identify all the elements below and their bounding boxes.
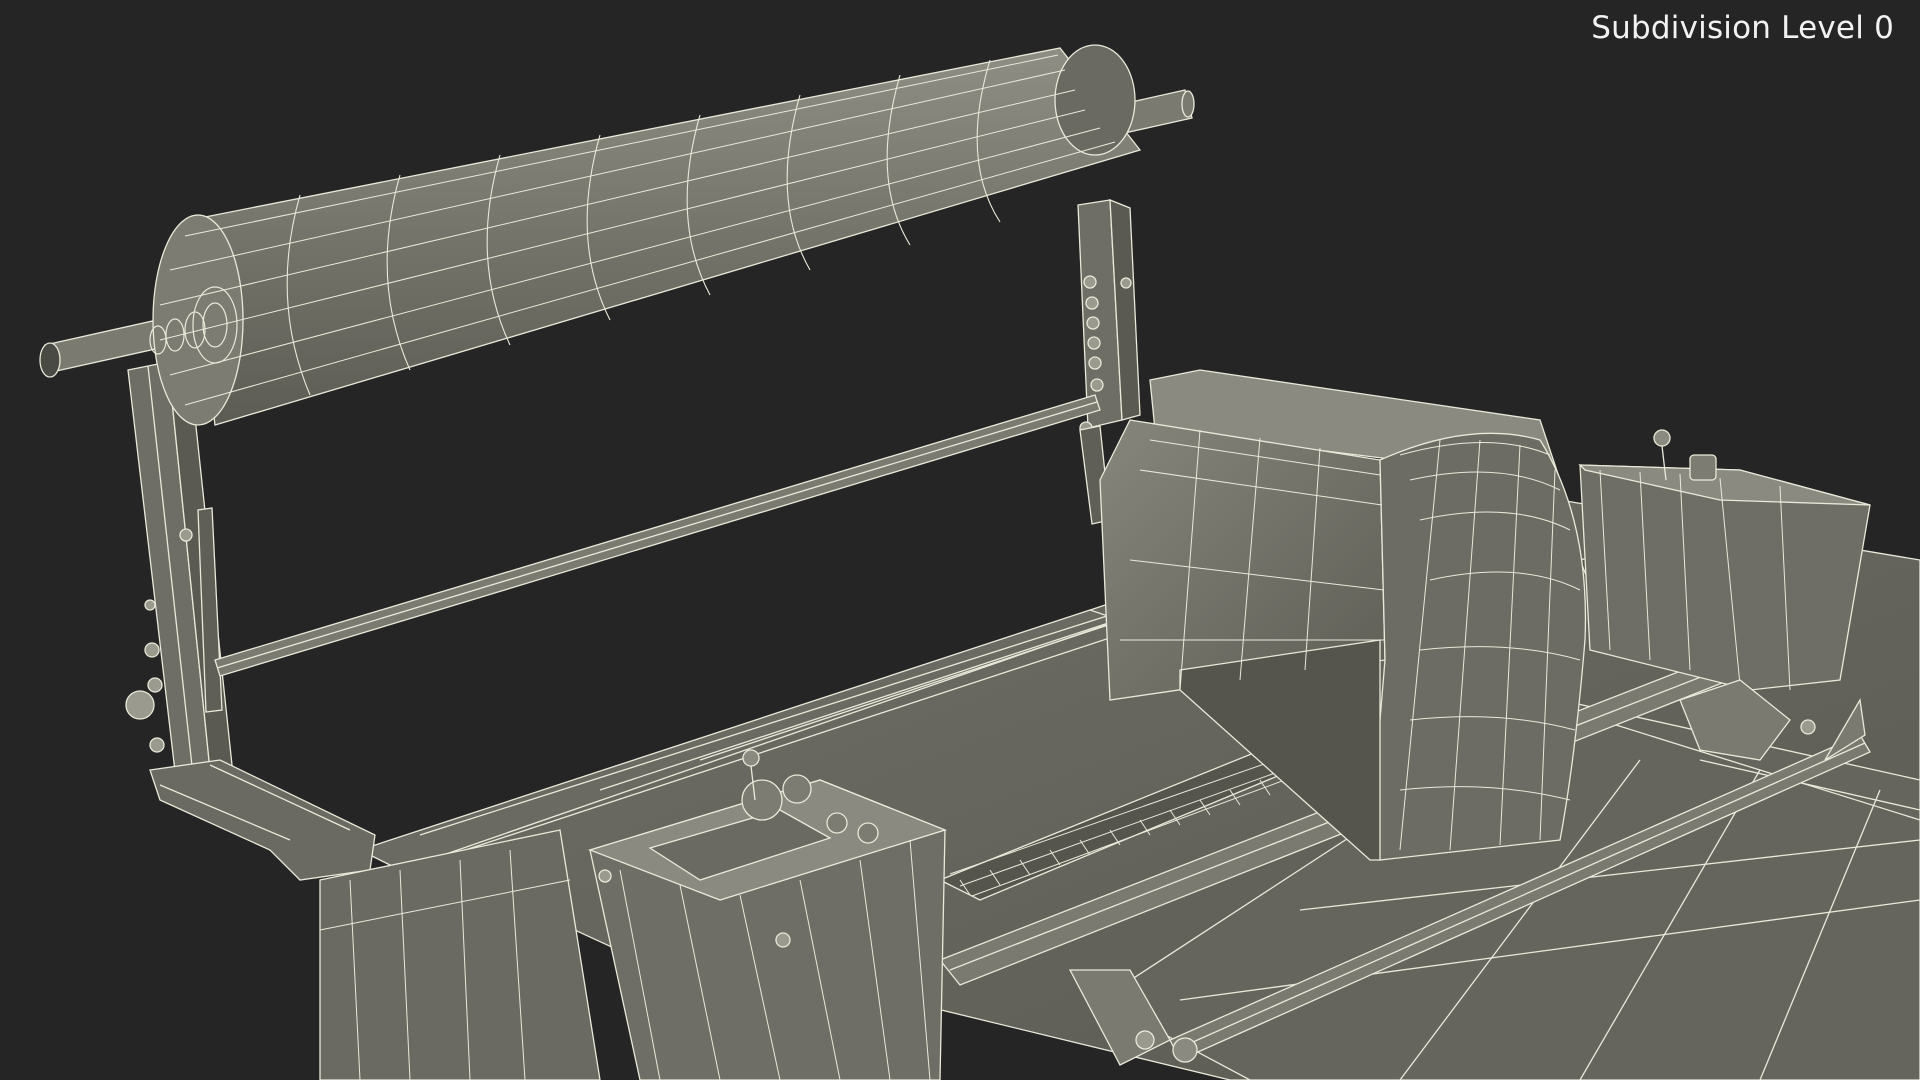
wireframe-render bbox=[39, 44, 1920, 1080]
dough-roll bbox=[39, 44, 1195, 426]
cross-bar bbox=[214, 394, 1101, 677]
left-frame bbox=[125, 361, 376, 881]
render-viewport: Subdivision Level 0 bbox=[0, 0, 1920, 1080]
subdivision-level-label: Subdivision Level 0 bbox=[1591, 10, 1894, 46]
